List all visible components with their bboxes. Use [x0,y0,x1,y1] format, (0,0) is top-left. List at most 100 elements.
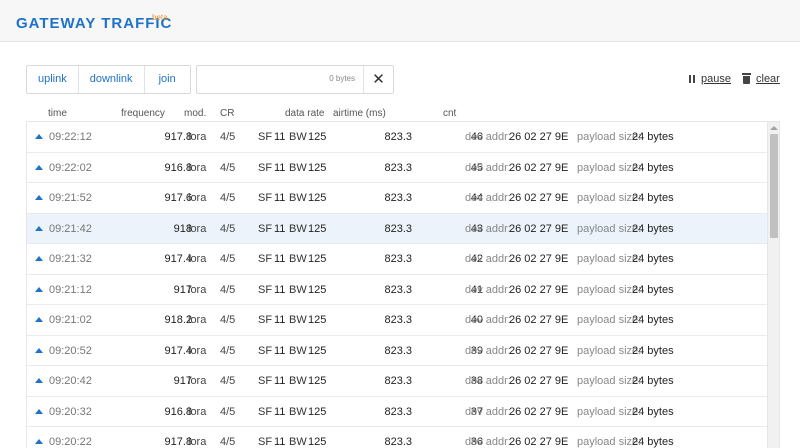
page-header: GATEWAY TRAFFIC beta [0,0,800,42]
row-bw: 125 [308,344,327,357]
row-dev-addr-label: dev addr: [465,436,511,448]
row-sf-label: SF [258,192,273,204]
row-airtime: 823.3 [384,405,412,418]
row-cr: 4/5 [220,436,236,448]
row-airtime: 823.3 [384,131,412,143]
row-cr: 4/5 [220,344,236,357]
row-airtime: 823.3 [384,192,412,204]
row-payload: 24 bytes [632,344,674,357]
row-time: 09:21:32 [49,253,92,265]
col-mod: mod. [184,108,207,119]
row-time: 09:20:42 [49,375,92,387]
table-row[interactable]: 09:21:52 917.6 lora 4/5 SF 11 BW 125 823.3 44 dev … [27,183,779,214]
row-payload: 24 bytes [632,436,674,448]
row-sf: 11 [274,405,286,418]
row-payload: 24 bytes [632,405,674,418]
table-row[interactable]: 09:21:42 918 lora 4/5 SF 11 BW 125 823.3 43 dev ad… [27,213,779,244]
filter-join-button[interactable]: join [145,66,190,93]
search-filter-field[interactable]: 0 bytes ✕ [196,65,394,94]
row-sf-label: SF [258,283,273,296]
page-title: GATEWAY TRAFFIC [16,15,173,32]
table-row[interactable]: 09:20:52 917.4 lora 4/5 SF 11 BW 125 823.3 39 dev … [27,336,779,366]
row-bw: 125 [308,283,327,296]
uplink-arrow-icon [35,225,43,231]
table-row[interactable]: 09:21:12 917 lora 4/5 SF 11 BW 125 823.3 41 dev ad… [27,275,779,305]
pause-button[interactable]: pause [689,73,731,85]
row-dev-addr-label: dev addr: [465,314,511,326]
row-dev-addr: 26 02 27 9E [509,253,569,265]
row-bw-label: BW [289,161,307,174]
table-header: time frequency mod. CR data rate airtime… [0,108,800,122]
row-sf: 11 [274,131,286,143]
row-payload: 24 bytes [632,192,674,204]
row-bw-label: BW [289,253,307,265]
row-bw: 125 [308,131,327,143]
row-cr: 4/5 [220,314,236,326]
row-mod: lora [188,344,207,357]
scrollbar[interactable] [767,122,779,448]
table-row[interactable]: 09:20:42 917 lora 4/5 SF 11 BW 125 823.3 38 dev ad… [27,366,779,397]
row-airtime: 823.3 [384,222,412,235]
row-dev-addr-label: dev addr: [465,283,511,296]
row-cr: 4/5 [220,192,236,204]
row-sf: 11 [274,436,286,448]
row-sf-label: SF [258,375,273,387]
row-time: 09:20:32 [49,405,92,418]
row-sf-label: SF [258,314,273,326]
clear-button[interactable]: clear [742,73,780,85]
row-dev-addr-label: dev addr: [465,253,511,265]
row-mod: lora [188,192,207,204]
row-time: 09:20:22 [49,436,92,448]
row-time: 09:22:02 [49,161,92,174]
uplink-arrow-icon [35,134,43,139]
scrollbar-thumb[interactable] [770,134,778,238]
row-time: 09:22:12 [49,131,92,143]
scroll-up-arrow-icon[interactable] [770,126,778,130]
table-row[interactable]: 09:22:02 916.8 lora 4/5 SF 11 BW 125 823.3 45 dev … [27,153,779,183]
row-bw-label: BW [289,283,307,296]
col-datarate: data rate [285,108,325,119]
row-sf-label: SF [258,253,273,265]
row-sf: 11 [274,314,286,326]
row-mod: lora [188,131,207,143]
row-airtime: 823.3 [384,161,412,174]
row-sf: 11 [274,192,286,204]
row-airtime: 823.3 [384,375,412,387]
row-dev-addr-label: dev addr: [465,161,511,174]
traffic-list: 09:22:12 917.8 lora 4/5 SF 11 BW 125 823.3 46 dev … [26,121,780,448]
filter-downlink-button[interactable]: downlink [79,66,145,93]
row-bw-label: BW [289,131,307,143]
row-bw: 125 [308,436,327,448]
row-mod: lora [188,253,207,265]
table-row[interactable]: 09:22:12 917.8 lora 4/5 SF 11 BW 125 823.3 46 dev … [27,122,779,153]
clear-label: clear [756,73,780,85]
row-bw-label: BW [289,436,307,448]
row-dev-addr: 26 02 27 9E [509,314,569,326]
col-airtime: airtime (ms) [333,108,386,119]
row-time: 09:21:42 [49,222,92,235]
row-sf: 11 [274,161,286,174]
row-bw: 125 [308,314,327,326]
table-row[interactable]: 09:20:32 916.8 lora 4/5 SF 11 BW 125 823.3 37 dev … [27,397,779,427]
table-row[interactable]: 09:20:22 917.8 lora 4/5 SF 11 BW 125 823.3 36 dev … [27,427,779,448]
row-sf-label: SF [258,436,273,448]
row-bw-label: BW [289,314,307,326]
row-sf-label: SF [258,131,273,143]
row-time: 09:21:12 [49,283,92,296]
row-mod: lora [188,436,207,448]
table-row[interactable]: 09:21:02 918.2 lora 4/5 SF 11 BW 125 823.3 40 dev … [27,305,779,336]
row-dev-addr: 26 02 27 9E [509,161,569,174]
row-bw-label: BW [289,375,307,387]
row-mod: lora [188,375,207,387]
row-cr: 4/5 [220,375,236,387]
row-payload: 24 bytes [632,314,674,326]
row-bw: 125 [308,375,327,387]
row-mod: lora [188,161,207,174]
row-payload: 24 bytes [632,161,674,174]
row-time: 09:21:52 [49,192,92,204]
row-airtime: 823.3 [384,283,412,296]
close-icon[interactable]: ✕ [363,66,393,93]
table-row[interactable]: 09:21:32 917.4 lora 4/5 SF 11 BW 125 823.3 42 dev … [27,244,779,275]
filter-uplink-button[interactable]: uplink [27,66,79,93]
row-mod: lora [188,314,207,326]
